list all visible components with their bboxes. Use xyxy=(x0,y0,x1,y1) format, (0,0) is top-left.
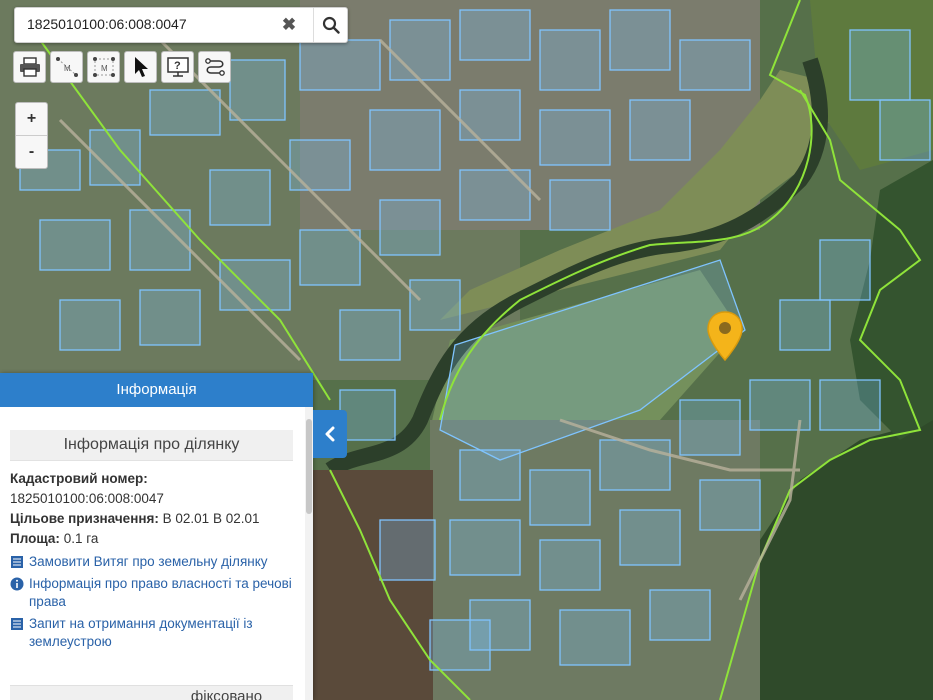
search-input[interactable] xyxy=(15,8,279,40)
zoom-out-button[interactable]: - xyxy=(16,136,47,168)
printer-icon xyxy=(19,57,40,77)
monitor-question-icon: ? xyxy=(166,57,189,77)
info-panel: Інформація Інформація про ділянку Кадаст… xyxy=(0,373,313,700)
panel-header: Інформація xyxy=(0,373,313,407)
land-docs-request-link[interactable]: Запит на отримання документації із земле… xyxy=(10,615,295,651)
area-label: Площа: xyxy=(10,531,60,546)
map-toolbar: M M ? xyxy=(13,51,231,83)
scrollbar-thumb[interactable] xyxy=(306,419,312,514)
route-icon xyxy=(204,58,225,76)
purpose-value: В 02.01 В 02.01 xyxy=(162,511,260,526)
document-list-icon xyxy=(11,618,23,630)
route-button[interactable] xyxy=(198,51,231,83)
purpose-row: Цільове призначення: В 02.01 В 02.01 xyxy=(10,509,295,529)
panel-body: Інформація про ділянку Кадастровий номер… xyxy=(0,407,305,700)
zoom-control: + - xyxy=(15,102,48,169)
print-button[interactable] xyxy=(13,51,46,83)
measure-area-label: M xyxy=(101,64,108,73)
area-value: 0.1 га xyxy=(63,531,99,546)
measure-area-icon: M xyxy=(92,57,115,77)
clear-search-button[interactable]: ✖ xyxy=(277,13,301,37)
measure-distance-icon: M xyxy=(55,57,78,77)
collapse-panel-button[interactable] xyxy=(313,410,347,458)
next-section-title[interactable]: фіксовано xyxy=(10,685,293,700)
parcel-info-section-title[interactable]: Інформація про ділянку xyxy=(10,430,293,461)
search-button[interactable] xyxy=(313,8,348,42)
select-pointer-button[interactable] xyxy=(124,51,157,83)
document-list-icon xyxy=(11,556,23,568)
identify-info-button[interactable]: ? xyxy=(161,51,194,83)
measure-distance-label: M xyxy=(64,64,71,73)
cadastral-search-box: ✖ xyxy=(14,7,348,43)
info-circle-icon xyxy=(10,577,24,591)
measure-distance-button[interactable]: M xyxy=(50,51,83,83)
location-marker-icon[interactable] xyxy=(706,310,744,362)
svg-text:?: ? xyxy=(174,60,181,72)
pointer-arrow-icon xyxy=(134,57,148,77)
area-row: Площа: 0.1 га xyxy=(10,529,295,549)
order-extract-link[interactable]: Замовити Витяг про земельну ділянку xyxy=(10,553,295,571)
purpose-label: Цільове призначення: xyxy=(10,511,159,526)
cadastral-number-label: Кадастровий номер: xyxy=(10,471,148,486)
ownership-info-link[interactable]: Інформація про право власності та речові… xyxy=(10,575,295,611)
cadastral-number-value: 1825010100:06:008:0047 xyxy=(10,491,164,506)
measure-area-button[interactable]: M xyxy=(87,51,120,83)
panel-scrollbar[interactable] xyxy=(305,407,313,700)
chevron-left-icon xyxy=(325,426,335,442)
search-icon xyxy=(322,16,340,34)
zoom-in-button[interactable]: + xyxy=(16,103,47,136)
